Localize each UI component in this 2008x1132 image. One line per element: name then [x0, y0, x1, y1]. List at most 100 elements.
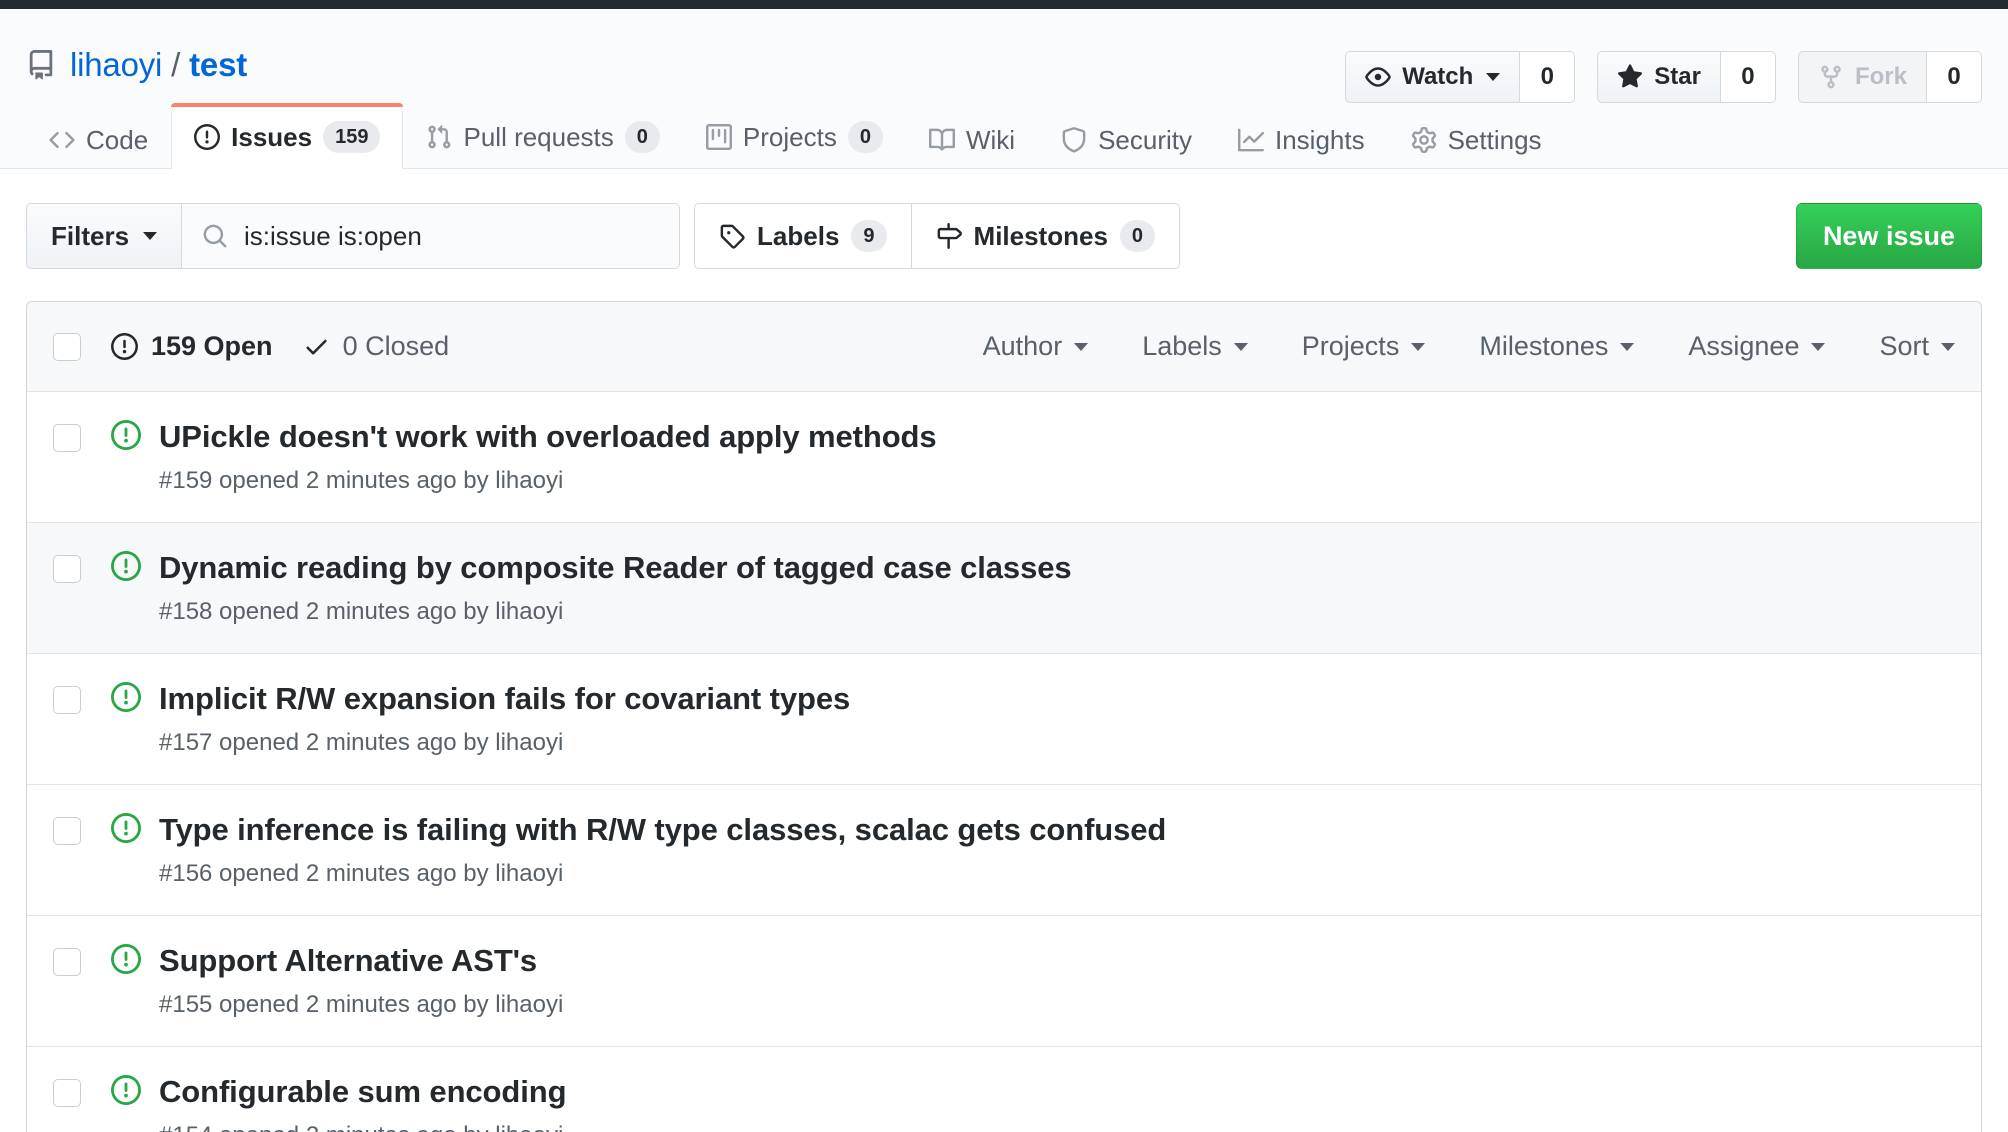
table-row[interactable]: Implicit R/W expansion fails for covaria…: [27, 653, 1981, 785]
issue-checkbox[interactable]: [53, 816, 81, 845]
issues-subnav: Filters is:issue is:open Labels 9 Milest…: [26, 169, 1982, 269]
gear-icon: [1411, 127, 1437, 153]
eye-icon: [1365, 64, 1391, 90]
watch-label: Watch: [1402, 63, 1474, 90]
table-row[interactable]: Configurable sum encoding #154 opened 2 …: [27, 1046, 1981, 1132]
check-icon: [303, 333, 330, 360]
tab-code-label: Code: [86, 125, 149, 155]
repo-book-icon: [26, 50, 56, 80]
assignee-filter-dropdown[interactable]: Assignee: [1688, 331, 1826, 362]
chevron-down-icon: [1811, 342, 1826, 351]
tab-issues-counter: 159: [323, 121, 381, 153]
open-issues-filter[interactable]: 159 Open: [111, 331, 273, 362]
milestones-button-label: Milestones: [973, 220, 1108, 251]
repo-header: lihaoyi / test Watch 0 Star 0 Fork 0 Cod…: [0, 9, 2008, 169]
labels-filter-label: Labels: [1142, 331, 1222, 361]
milestones-button[interactable]: Milestones 0: [910, 203, 1181, 269]
chevron-down-icon: [1233, 342, 1248, 351]
tab-code[interactable]: Code: [26, 112, 171, 169]
issue-meta: #157 opened 2 minutes ago by lihaoyi: [159, 729, 564, 757]
issue-checkbox[interactable]: [53, 947, 81, 976]
tag-icon: [719, 223, 745, 249]
watch-count[interactable]: 0: [1519, 51, 1576, 103]
sort-filter-dropdown[interactable]: Sort: [1879, 331, 1955, 362]
breadcrumb: lihaoyi / test: [70, 46, 247, 84]
issue-body: Type inference is failing with R/W type …: [159, 811, 1166, 889]
labels-milestones-group: Labels 9 Milestones 0: [694, 203, 1181, 269]
tab-issues[interactable]: Issues 159: [171, 103, 404, 169]
main-content: Filters is:issue is:open Labels 9 Milest…: [0, 169, 2008, 1132]
fork-count[interactable]: 0: [1926, 51, 1982, 103]
tab-insights[interactable]: Insights: [1215, 112, 1388, 169]
issue-meta: #158 opened 2 minutes ago by lihaoyi: [159, 598, 564, 626]
repo-name-link[interactable]: test: [189, 46, 247, 84]
select-all-checkbox[interactable]: [53, 332, 81, 361]
chevron-down-icon: [1620, 342, 1635, 351]
star-button-group: Star 0: [1597, 51, 1776, 103]
tab-settings[interactable]: Settings: [1388, 112, 1565, 169]
tab-projects-counter: 0: [847, 121, 883, 153]
tab-pull-requests[interactable]: Pull requests 0: [403, 106, 682, 169]
issue-opened-icon: [111, 550, 141, 586]
fork-button[interactable]: Fork: [1797, 51, 1926, 103]
issue-checkbox[interactable]: [53, 1078, 81, 1107]
issue-title-link[interactable]: Support Alternative AST's: [159, 943, 537, 978]
sort-filter-label: Sort: [1879, 331, 1929, 361]
search-input[interactable]: is:issue is:open: [182, 203, 681, 269]
table-row[interactable]: Support Alternative AST's #155 opened 2 …: [27, 915, 1981, 1047]
issue-opened-icon: [111, 1074, 141, 1110]
open-issues-count-label: 159 Open: [151, 331, 273, 361]
project-board-icon: [705, 124, 732, 150]
filters-dropdown-button[interactable]: Filters: [26, 203, 183, 269]
issue-title-link[interactable]: Implicit R/W expansion fails for covaria…: [159, 681, 850, 716]
star-label: Star: [1654, 63, 1701, 90]
projects-filter-dropdown[interactable]: Projects: [1302, 331, 1426, 362]
issue-checkbox[interactable]: [53, 685, 81, 714]
tab-security[interactable]: Security: [1038, 112, 1215, 169]
issue-body: UPickle doesn't work with overloaded app…: [159, 418, 937, 496]
issue-title-link[interactable]: Type inference is failing with R/W type …: [159, 812, 1166, 847]
milestones-button-count: 0: [1119, 220, 1156, 252]
issue-title-link[interactable]: Configurable sum encoding: [159, 1074, 567, 1109]
tab-projects-label: Projects: [742, 122, 837, 152]
star-button[interactable]: Star: [1597, 51, 1720, 103]
new-issue-button[interactable]: New issue: [1795, 203, 1982, 269]
labels-button[interactable]: Labels 9: [694, 203, 911, 269]
issue-checkbox[interactable]: [53, 554, 81, 583]
closed-issues-filter[interactable]: 0 Closed: [303, 331, 450, 362]
shield-icon: [1061, 127, 1087, 153]
table-row[interactable]: UPickle doesn't work with overloaded app…: [27, 392, 1981, 523]
tab-projects[interactable]: Projects 0: [683, 106, 906, 169]
issue-opened-icon: [111, 681, 141, 717]
labels-filter-dropdown[interactable]: Labels: [1142, 331, 1248, 362]
issue-meta: #159 opened 2 minutes ago by lihaoyi: [159, 467, 564, 495]
fork-label: Fork: [1854, 63, 1907, 90]
repo-actions: Watch 0 Star 0 Fork 0: [1345, 51, 1982, 103]
milestone-icon: [936, 223, 962, 249]
issue-checkbox[interactable]: [53, 424, 81, 452]
chevron-down-icon: [1941, 342, 1955, 351]
tab-security-label: Security: [1098, 125, 1192, 155]
labels-button-label: Labels: [757, 220, 840, 251]
star-count[interactable]: 0: [1719, 51, 1776, 103]
tab-issues-label: Issues: [231, 122, 313, 152]
tab-insights-label: Insights: [1274, 125, 1365, 155]
tab-pull-requests-counter: 0: [624, 121, 660, 153]
milestones-filter-dropdown[interactable]: Milestones: [1479, 331, 1635, 362]
closed-issues-count-label: 0 Closed: [342, 331, 450, 361]
author-filter-dropdown[interactable]: Author: [983, 331, 1089, 362]
issue-title-link[interactable]: UPickle doesn't work with overloaded app…: [159, 419, 937, 454]
repo-owner-link[interactable]: lihaoyi: [70, 46, 162, 84]
table-row[interactable]: Dynamic reading by composite Reader of t…: [27, 522, 1981, 654]
issue-opened-icon: [111, 333, 138, 360]
author-filter-label: Author: [982, 331, 1063, 361]
issue-body: Dynamic reading by composite Reader of t…: [159, 549, 1072, 627]
watch-button[interactable]: Watch: [1345, 51, 1520, 103]
chevron-down-icon: [143, 232, 158, 240]
issue-title-link[interactable]: Dynamic reading by composite Reader of t…: [159, 550, 1072, 585]
table-row[interactable]: Type inference is failing with R/W type …: [27, 784, 1981, 916]
tab-wiki[interactable]: Wiki: [906, 112, 1038, 169]
issue-meta: #155 opened 2 minutes ago by lihaoyi: [159, 991, 564, 1019]
issue-meta: #154 opened 2 minutes ago by lihaoyi: [159, 1122, 566, 1132]
breadcrumb-separator: /: [171, 46, 181, 83]
